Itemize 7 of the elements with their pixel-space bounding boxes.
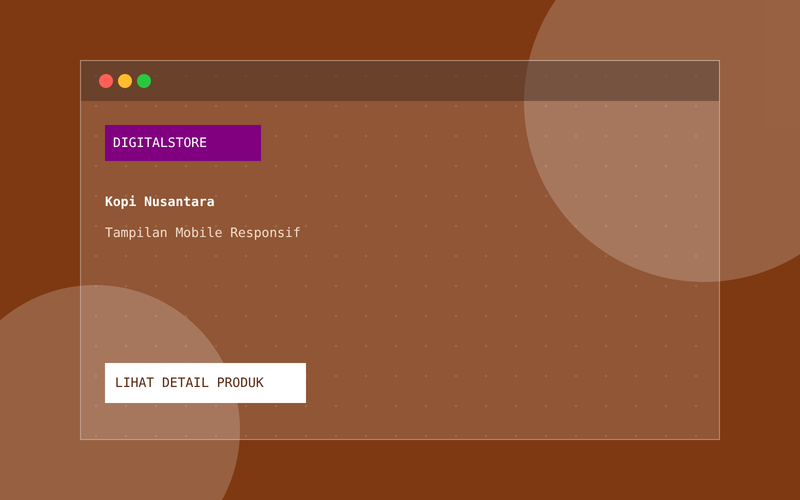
window-control-dot[interactable]: [118, 74, 132, 88]
detail-button[interactable]: LIHAT DETAIL PRODUK: [105, 363, 306, 403]
window-control-dot[interactable]: [137, 74, 151, 88]
window-control-dot[interactable]: [99, 74, 113, 88]
brand-badge: DIGITALSTORE: [105, 125, 261, 161]
subtitle-text: Tampilan Mobile Responsif: [105, 226, 301, 241]
product-title: Kopi Nusantara: [105, 195, 215, 210]
